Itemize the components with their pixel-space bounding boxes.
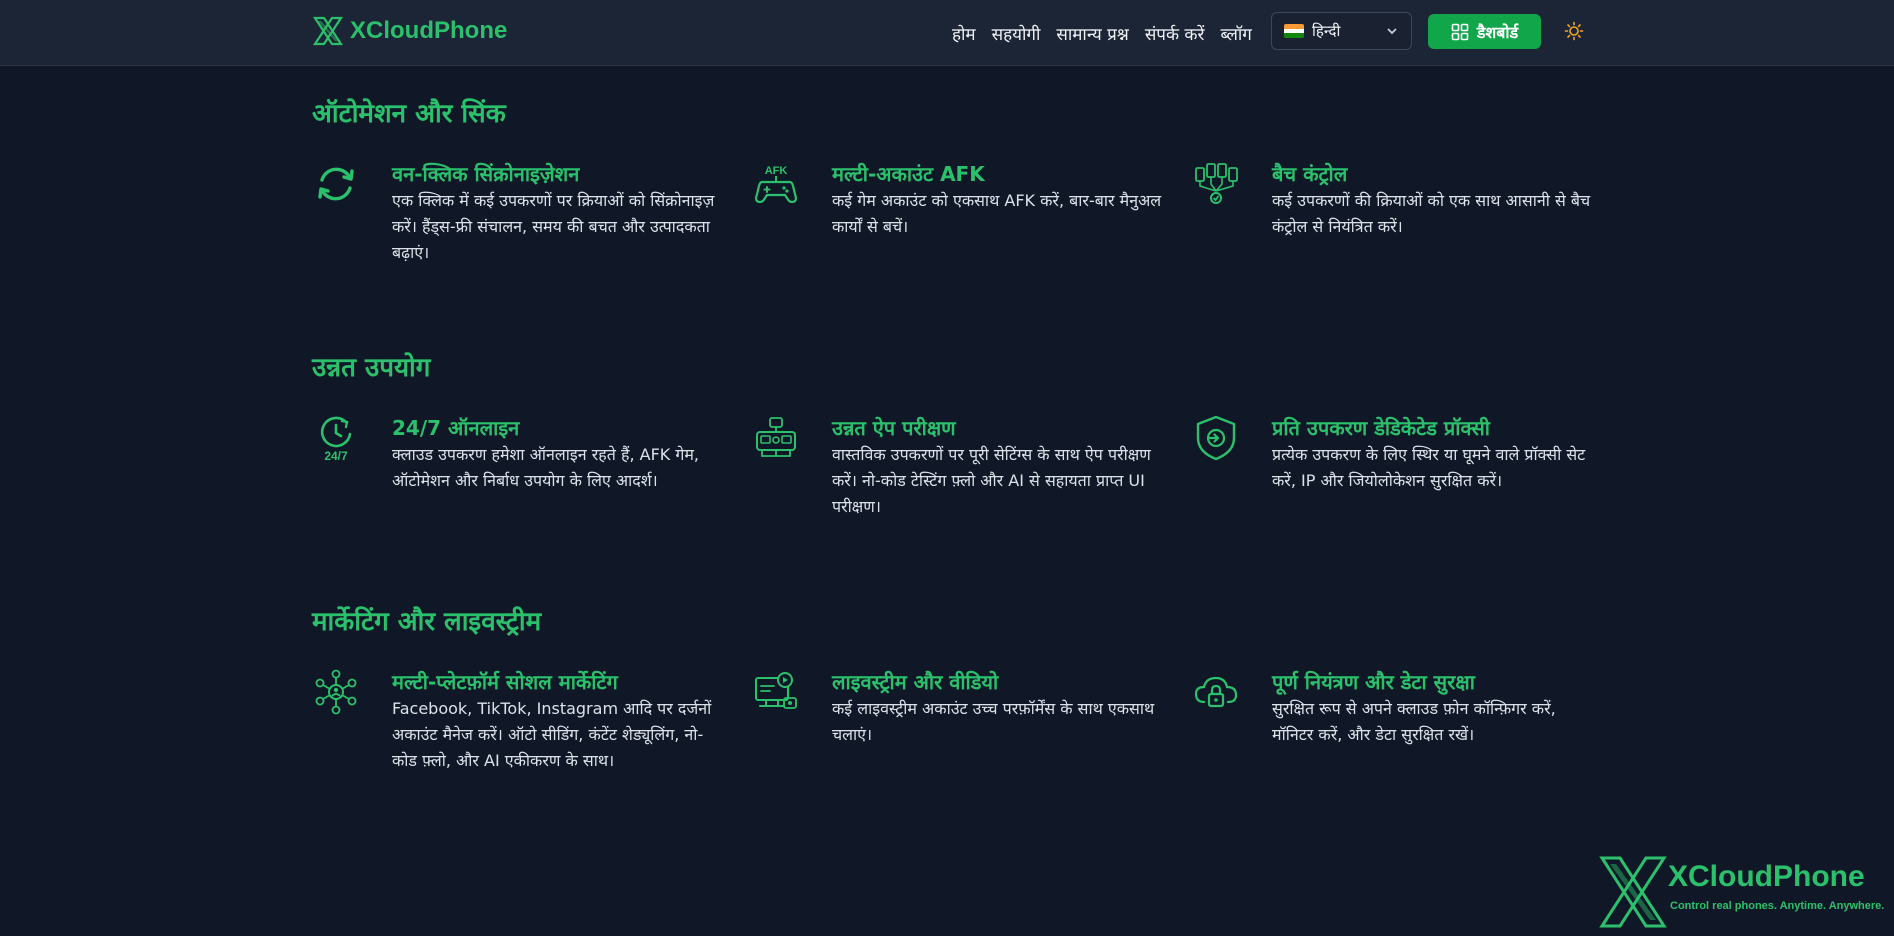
batch-control-icon	[1195, 163, 1238, 204]
social-network-icon	[315, 669, 357, 715]
section-title-advanced-usage: उन्नत उपयोग	[312, 353, 431, 383]
language-select[interactable]: हिन्दी	[1271, 12, 1412, 50]
afk-icon-label: AFK	[765, 165, 788, 177]
livestream-icon	[755, 672, 797, 709]
shield-proxy-icon	[1196, 415, 1236, 461]
feature-description: प्रत्येक उपकरण के लिए स्थिर या घूमने वाल…	[1272, 445, 1586, 490]
nav-partner-link[interactable]: सहयोगी	[992, 22, 1041, 45]
theme-toggle-button[interactable]	[1563, 18, 1585, 44]
nav-faq-link[interactable]: सामान्य प्रश्न	[1056, 22, 1128, 45]
cloud-lock-icon	[1194, 676, 1238, 708]
nav-contact-link[interactable]: संपर्क करें	[1145, 22, 1205, 45]
feature-title: 24/7 ऑनलाइन	[392, 416, 520, 440]
feature-title: प्रति उपकरण डेडिकेटेड प्रॉक्सी	[1272, 416, 1490, 440]
watermark-name: XCloudPhone	[1668, 860, 1865, 893]
watermark-tagline: Control real phones. Anytime. Anywhere.	[1670, 900, 1885, 912]
section-title-marketing-livestream: मार्केटिंग और लाइवस्ट्रीम	[312, 607, 542, 637]
feature-description: क्लाउड उपकरण हमेशा ऑनलाइन रहते हैं, AFK …	[392, 445, 700, 490]
feature-title: वन-क्लिक सिंक्रोनाइज़ेशन	[392, 162, 580, 186]
feature-title: मल्टी-अकाउंट AFK	[832, 162, 985, 186]
dashboard-grid-icon	[1451, 23, 1469, 40]
top-navbar: XCloudPhone होम सहयोगी सामान्य प्रश्न सं…	[0, 0, 1894, 66]
xcloudphone-logo-icon	[312, 16, 344, 46]
dashboard-button-label: डैशबोर्ड	[1476, 22, 1519, 42]
watermark-x-icon	[1599, 856, 1667, 928]
feature-description: कई लाइवस्ट्रीम अकाउंट उच्च परफ़ॉर्मेंस क…	[832, 699, 1155, 744]
nav-home-link[interactable]: होम	[952, 22, 976, 45]
feature-description: एक क्लिक में कई उपकरणों पर क्रियाओं को स…	[392, 191, 715, 262]
feature-description: वास्तविक उपकरणों पर पूरी सेटिंग्स के साथ…	[832, 445, 1151, 516]
watermark-logo: XCloudPhone Control real phones. Anytime…	[1598, 856, 1888, 928]
nav-blog-link[interactable]: ब्लॉग	[1220, 22, 1251, 45]
clock-24-7-icon: 24/7	[320, 416, 352, 462]
feature-title: बैच कंट्रोल	[1272, 162, 1348, 186]
feature-title: लाइवस्ट्रीम और वीडियो	[832, 670, 999, 694]
feature-title: मल्टी-प्लेटफ़ॉर्म सोशल मार्केटिंग	[392, 670, 618, 694]
brand-logo-link[interactable]: XCloudPhone	[312, 14, 507, 48]
gamepad-afk-icon: AFK	[754, 165, 798, 204]
dashboard-button[interactable]: डैशबोर्ड	[1428, 14, 1541, 49]
feature-title: उन्नत ऐप परीक्षण	[832, 416, 956, 440]
sync-icon	[318, 167, 354, 201]
feature-title: पूर्ण नियंत्रण और डेटा सुरक्षा	[1272, 670, 1475, 694]
language-label: हिन्दी	[1312, 22, 1341, 40]
section-title-automation: ऑटोमेशन और सिंक	[312, 99, 506, 129]
india-flag-icon	[1284, 24, 1304, 38]
feature-description: कई उपकरणों की क्रियाओं को एक साथ आसानी स…	[1272, 191, 1591, 236]
clock-icon-label: 24/7	[324, 449, 348, 462]
app-testing-icon	[756, 417, 796, 457]
main-nav: होम सहयोगी सामान्य प्रश्न संपर्क करें ब्…	[952, 18, 1252, 48]
feature-description: कई गेम अकाउंट को एकसाथ AFK करें, बार-बार…	[832, 191, 1162, 236]
brand-name: XCloudPhone	[350, 17, 508, 44]
chevron-down-icon	[1387, 28, 1397, 35]
sun-icon	[1564, 21, 1584, 41]
feature-description: सुरक्षित रूप से अपने क्लाउड फ़ोन कॉन्फ़ि…	[1272, 699, 1556, 744]
feature-description: Facebook, TikTok, Instagram आदि पर दर्जन…	[392, 699, 712, 770]
